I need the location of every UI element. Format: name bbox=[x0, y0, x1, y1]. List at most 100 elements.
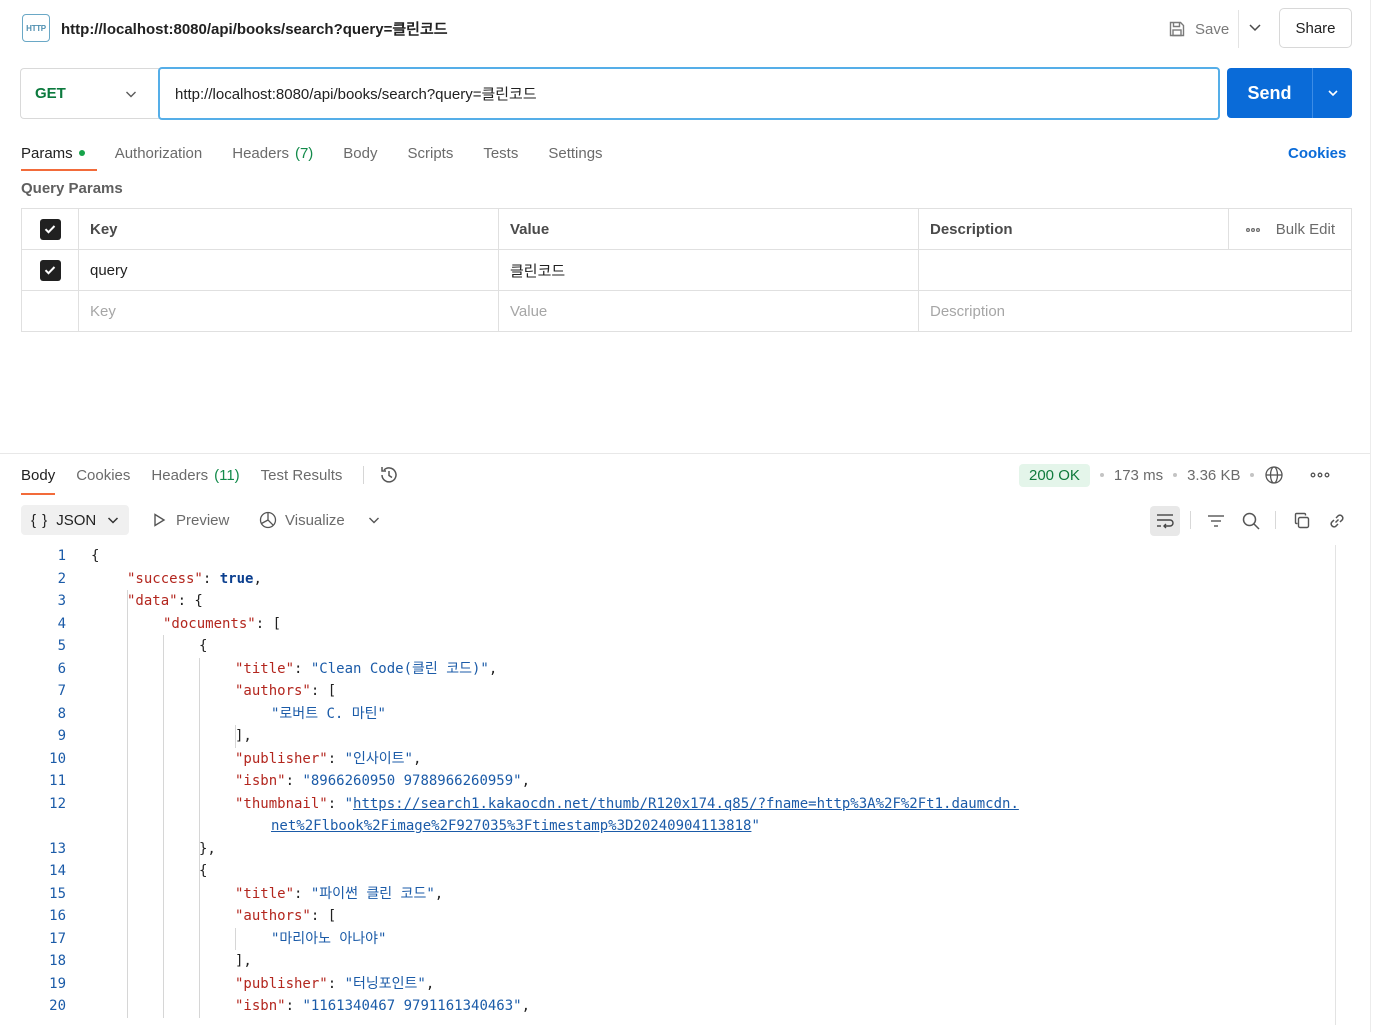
pane-divider[interactable] bbox=[0, 453, 1371, 454]
search-button[interactable] bbox=[1236, 506, 1266, 536]
code-text: { bbox=[199, 635, 207, 657]
status-badge[interactable]: 200 OK bbox=[1019, 463, 1090, 487]
code-token: : bbox=[202, 570, 220, 587]
toolbar-separator bbox=[1275, 511, 1276, 529]
line-number: 9 bbox=[57, 728, 66, 744]
code-token: "data" bbox=[127, 593, 178, 609]
url-link[interactable]: https://search1.kakaocdn.net/thumb/R120x… bbox=[353, 796, 1019, 812]
code-scrollbar[interactable] bbox=[1335, 545, 1336, 1025]
code-token: "authors" bbox=[235, 908, 311, 924]
code-token: }, bbox=[199, 840, 216, 857]
request-title[interactable]: http://localhost:8080/api/books/search?q… bbox=[61, 18, 448, 39]
preview-button[interactable]: Preview bbox=[150, 505, 229, 535]
code-token: , bbox=[488, 660, 498, 677]
response-tab-headers[interactable]: Headers (11) bbox=[151, 460, 239, 490]
response-tab-body[interactable]: Body bbox=[21, 460, 56, 495]
code-text: "title": "Clean Code(클린 코드)", bbox=[235, 658, 497, 680]
response-tabs: Body Cookies Headers (11) Test Results bbox=[21, 460, 400, 495]
code-token: : bbox=[327, 795, 345, 812]
code-token: ], bbox=[235, 953, 252, 969]
tab-tests[interactable]: Tests bbox=[483, 138, 518, 168]
tab-authorization[interactable]: Authorization bbox=[115, 138, 203, 168]
wrap-lines-button[interactable] bbox=[1150, 506, 1180, 536]
params-header-row: Key Value Description Bulk Edit bbox=[22, 209, 1351, 250]
link-icon bbox=[1330, 514, 1344, 528]
more-options-icon[interactable] bbox=[1310, 472, 1330, 478]
code-token: "8966260950 9788966260959" bbox=[302, 773, 522, 789]
tab-body[interactable]: Body bbox=[343, 138, 377, 168]
response-tab-test-results[interactable]: Test Results bbox=[261, 460, 343, 490]
code-token: "documents" bbox=[163, 615, 256, 632]
preview-label: Preview bbox=[176, 511, 230, 529]
response-tab-cookies[interactable]: Cookies bbox=[76, 460, 130, 490]
code-token: : bbox=[285, 998, 303, 1014]
cookies-link[interactable]: Cookies bbox=[1288, 138, 1346, 168]
line-number: 8 bbox=[57, 705, 66, 722]
select-all-checkbox[interactable] bbox=[39, 218, 61, 240]
code-token: ], bbox=[235, 728, 252, 744]
code-text: "publisher": "인사이트", bbox=[235, 748, 421, 770]
code-token: { bbox=[199, 863, 208, 879]
more-options-icon[interactable] bbox=[1245, 227, 1260, 233]
param-key[interactable]: query bbox=[78, 250, 498, 290]
url-link[interactable]: net%2Flbook%2Fimage%2F927035%3Ftimestamp… bbox=[271, 818, 751, 834]
key-placeholder-input[interactable]: Key bbox=[78, 291, 498, 332]
chevron-down-icon[interactable] bbox=[1246, 18, 1264, 36]
filter-button[interactable] bbox=[1201, 506, 1231, 536]
code-text: "isbn": "8966260950 9788966260959", bbox=[235, 770, 530, 792]
code-token: " bbox=[344, 795, 354, 812]
line-number: 20 bbox=[49, 998, 66, 1014]
value-placeholder-input[interactable]: Value bbox=[498, 291, 918, 332]
code-text: net%2Flbook%2Fimage%2F927035%3Ftimestamp… bbox=[271, 815, 760, 837]
description-placeholder-input[interactable]: Description bbox=[918, 291, 1351, 332]
save-button[interactable]: Save bbox=[1168, 14, 1229, 44]
response-time[interactable]: 173 ms bbox=[1114, 467, 1163, 484]
wrap-lines-icon bbox=[1157, 514, 1174, 529]
bulk-edit-label: Bulk Edit bbox=[1275, 221, 1335, 238]
code-token: { bbox=[199, 638, 208, 654]
visualize-button[interactable]: Visualize bbox=[258, 505, 345, 535]
param-row: query 클린코드 bbox=[22, 250, 1351, 291]
method-label: GET bbox=[35, 85, 66, 102]
method-select[interactable]: GET bbox=[20, 68, 159, 119]
params-active-dot bbox=[78, 150, 85, 156]
globe-icon[interactable] bbox=[1264, 465, 1284, 485]
chevron-down-icon bbox=[1327, 90, 1338, 97]
code-text: "data": { bbox=[127, 590, 203, 612]
param-description[interactable] bbox=[918, 250, 1351, 290]
indent-guide bbox=[235, 927, 236, 950]
code-text: "title": "파이썬 클린 코드", bbox=[235, 883, 443, 905]
tab-scripts[interactable]: Scripts bbox=[408, 138, 454, 168]
code-token: "Clean Code(클린 코드)" bbox=[310, 660, 489, 677]
link-button[interactable] bbox=[1322, 506, 1352, 536]
bulk-edit-button[interactable]: Bulk Edit bbox=[1245, 209, 1335, 250]
response-size[interactable]: 3.36 KB bbox=[1187, 467, 1240, 484]
code-token: , bbox=[425, 975, 435, 992]
line-number: 14 bbox=[49, 863, 66, 879]
param-value[interactable]: 클린코드 bbox=[498, 250, 918, 290]
response-headers-count: (11) bbox=[214, 466, 240, 484]
format-select[interactable]: { } JSON bbox=[21, 505, 129, 535]
history-icon[interactable] bbox=[378, 464, 400, 486]
code-token: : bbox=[294, 885, 311, 902]
tab-headers[interactable]: Headers (7) bbox=[232, 138, 313, 168]
param-checkbox[interactable] bbox=[39, 259, 61, 281]
response-body-viewer[interactable]: 1{2 "success": true, 3 "data": {4 "documents… bbox=[21, 545, 1336, 1025]
line-number: 15 bbox=[49, 885, 66, 902]
code-token: { bbox=[91, 548, 100, 564]
url-input[interactable] bbox=[158, 67, 1220, 120]
line-number: 6 bbox=[57, 660, 66, 677]
chevron-down-icon[interactable] bbox=[366, 512, 382, 528]
copy-button[interactable] bbox=[1287, 506, 1317, 536]
toolbar-separator bbox=[1190, 511, 1191, 529]
tab-settings[interactable]: Settings bbox=[548, 138, 602, 168]
format-label: JSON bbox=[56, 511, 97, 529]
param-checkbox-cell bbox=[22, 250, 78, 290]
share-button[interactable]: Share bbox=[1279, 8, 1352, 48]
send-options-button[interactable] bbox=[1312, 68, 1352, 118]
code-text: "publisher": "터닝포인트", bbox=[235, 973, 434, 995]
tab-params[interactable]: Params bbox=[21, 138, 97, 171]
line-number: 4 bbox=[57, 615, 66, 632]
code-token: , bbox=[521, 773, 531, 789]
send-button[interactable]: Send bbox=[1227, 68, 1312, 118]
